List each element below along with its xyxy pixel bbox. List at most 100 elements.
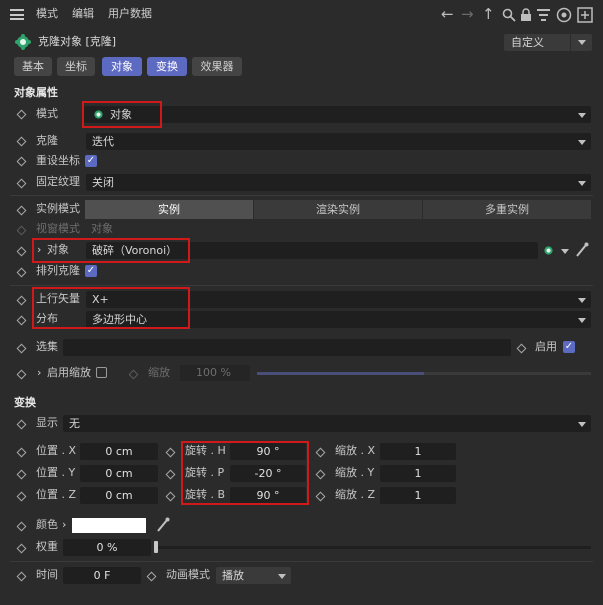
- chevron-down-icon: [278, 574, 286, 579]
- reset-coords-checkbox[interactable]: ✓: [85, 155, 97, 167]
- eyedropper-icon[interactable]: [156, 517, 170, 533]
- chevron-down-icon: [578, 318, 586, 323]
- instance-option-instance[interactable]: 实例: [85, 200, 253, 219]
- enable-scale-label: 启用缩放: [47, 366, 91, 379]
- tab-basic[interactable]: 基本: [14, 57, 52, 76]
- add-icon[interactable]: [577, 7, 593, 23]
- keyframe-diamond-icon[interactable]: [16, 315, 27, 326]
- viewport-mode-label: 视窗模式: [36, 222, 80, 235]
- chevron-down-icon: [578, 113, 586, 118]
- keyframe-diamond-icon[interactable]: [16, 369, 27, 380]
- weight-field[interactable]: 0 %: [63, 539, 151, 556]
- object-type-icon: [543, 245, 554, 256]
- scale-z-label: 缩放 . Z: [335, 488, 376, 501]
- keyframe-diamond-icon[interactable]: [16, 447, 27, 458]
- color-label: 颜色: [36, 518, 58, 531]
- time-field[interactable]: 0 F: [63, 567, 141, 584]
- scale-slider-fill: [257, 372, 424, 375]
- time-label: 时间: [36, 568, 58, 581]
- cloner-icon: [15, 34, 31, 50]
- instance-option-multi[interactable]: 多重实例: [423, 200, 591, 219]
- keyframe-diamond-icon[interactable]: [16, 469, 27, 480]
- lock-icon[interactable]: [520, 8, 532, 22]
- menu-user-data[interactable]: 用户数据: [108, 6, 152, 22]
- arrange-clones-checkbox[interactable]: ✓: [85, 265, 97, 277]
- pos-y-field[interactable]: 0 cm: [80, 465, 158, 482]
- pos-x-label: 位置 . X: [36, 444, 77, 457]
- picker-pen-icon[interactable]: [575, 242, 589, 258]
- up-arrow-icon[interactable]: ↑: [482, 6, 495, 22]
- back-arrow-icon[interactable]: ←: [441, 6, 454, 22]
- tab-effectors[interactable]: 效果器: [192, 57, 242, 76]
- forward-arrow-icon[interactable]: →: [461, 6, 474, 22]
- divider: [10, 561, 593, 562]
- clone-dropdown[interactable]: [86, 133, 591, 150]
- weight-label: 权重: [36, 540, 58, 553]
- pos-z-field[interactable]: 0 cm: [80, 487, 158, 504]
- keyframe-diamond-icon[interactable]: [16, 543, 27, 554]
- selection-label: 选集: [36, 340, 58, 353]
- hamburger-menu-icon[interactable]: [10, 9, 24, 20]
- display-dropdown[interactable]: [63, 415, 591, 432]
- display-value: 无: [69, 417, 80, 430]
- divider: [10, 195, 593, 196]
- object-title: 克隆对象 [克隆]: [38, 35, 117, 48]
- keyframe-diamond-icon[interactable]: [165, 447, 176, 458]
- keyframe-diamond-icon[interactable]: [16, 491, 27, 502]
- keyframe-diamond-icon[interactable]: [16, 178, 27, 189]
- weight-slider-track[interactable]: [155, 546, 591, 549]
- tab-transform[interactable]: 变换: [147, 57, 187, 76]
- keyframe-diamond-icon[interactable]: [146, 571, 157, 582]
- expand-chevron-icon[interactable]: ›: [37, 365, 41, 381]
- keyframe-diamond-icon: [128, 369, 139, 380]
- keyframe-diamond-icon[interactable]: [16, 109, 27, 120]
- menu-mode[interactable]: 模式: [36, 6, 58, 22]
- keyframe-diamond-icon[interactable]: [16, 267, 27, 278]
- keyframe-diamond-icon[interactable]: [516, 343, 527, 354]
- scale-x-field[interactable]: 1: [380, 443, 456, 460]
- color-swatch[interactable]: [72, 518, 146, 533]
- chevron-down-icon: [578, 422, 586, 427]
- selection-field[interactable]: [63, 339, 511, 356]
- keyframe-diamond-icon[interactable]: [16, 571, 27, 582]
- enable-label: 启用: [535, 340, 557, 353]
- mode-label: 模式: [36, 107, 58, 120]
- keyframe-diamond-icon[interactable]: [16, 343, 27, 354]
- scale-x-label: 缩放 . X: [335, 444, 376, 457]
- chevron-down-icon: [578, 40, 586, 45]
- keyframe-diamond-icon[interactable]: [16, 205, 27, 216]
- weight-slider-handle[interactable]: [154, 541, 158, 553]
- keyframe-diamond-icon[interactable]: [16, 156, 27, 167]
- tab-coordinates[interactable]: 坐标: [57, 57, 95, 76]
- pos-x-field[interactable]: 0 cm: [80, 443, 158, 460]
- preset-value: 自定义: [511, 36, 544, 49]
- scale-z-field[interactable]: 1: [380, 487, 456, 504]
- preset-dropdown[interactable]: 自定义: [504, 34, 592, 51]
- enable-scale-checkbox[interactable]: [96, 367, 107, 378]
- reset-coords-label: 重设坐标: [36, 154, 80, 167]
- settings-circle-icon[interactable]: [556, 7, 572, 23]
- keyframe-diamond-icon[interactable]: [315, 469, 326, 480]
- filter-icon[interactable]: [537, 9, 550, 21]
- scale-y-label: 缩放 . Y: [335, 466, 375, 479]
- section-transform: 变换: [14, 396, 36, 409]
- instance-option-render[interactable]: 渲染实例: [254, 200, 422, 219]
- scale-y-field[interactable]: 1: [380, 465, 456, 482]
- search-icon[interactable]: [502, 8, 516, 22]
- keyframe-diamond-icon[interactable]: [16, 419, 27, 430]
- keyframe-diamond-icon[interactable]: [165, 491, 176, 502]
- keyframe-diamond-icon[interactable]: [315, 447, 326, 458]
- keyframe-diamond-icon[interactable]: [16, 295, 27, 306]
- fixed-texture-dropdown[interactable]: [86, 174, 591, 191]
- tab-object[interactable]: 对象: [102, 57, 142, 76]
- keyframe-diamond-icon[interactable]: [165, 469, 176, 480]
- keyframe-diamond-icon[interactable]: [16, 521, 27, 532]
- menu-edit[interactable]: 编辑: [72, 6, 94, 22]
- expand-chevron-icon[interactable]: ›: [62, 517, 66, 533]
- keyframe-diamond-icon[interactable]: [315, 491, 326, 502]
- keyframe-diamond-icon[interactable]: [16, 246, 27, 257]
- keyframe-diamond-icon[interactable]: [16, 136, 27, 147]
- fixed-texture-label: 固定纹理: [36, 175, 80, 188]
- enable-checkbox[interactable]: ✓: [563, 341, 575, 353]
- chevron-down-icon[interactable]: [561, 249, 569, 254]
